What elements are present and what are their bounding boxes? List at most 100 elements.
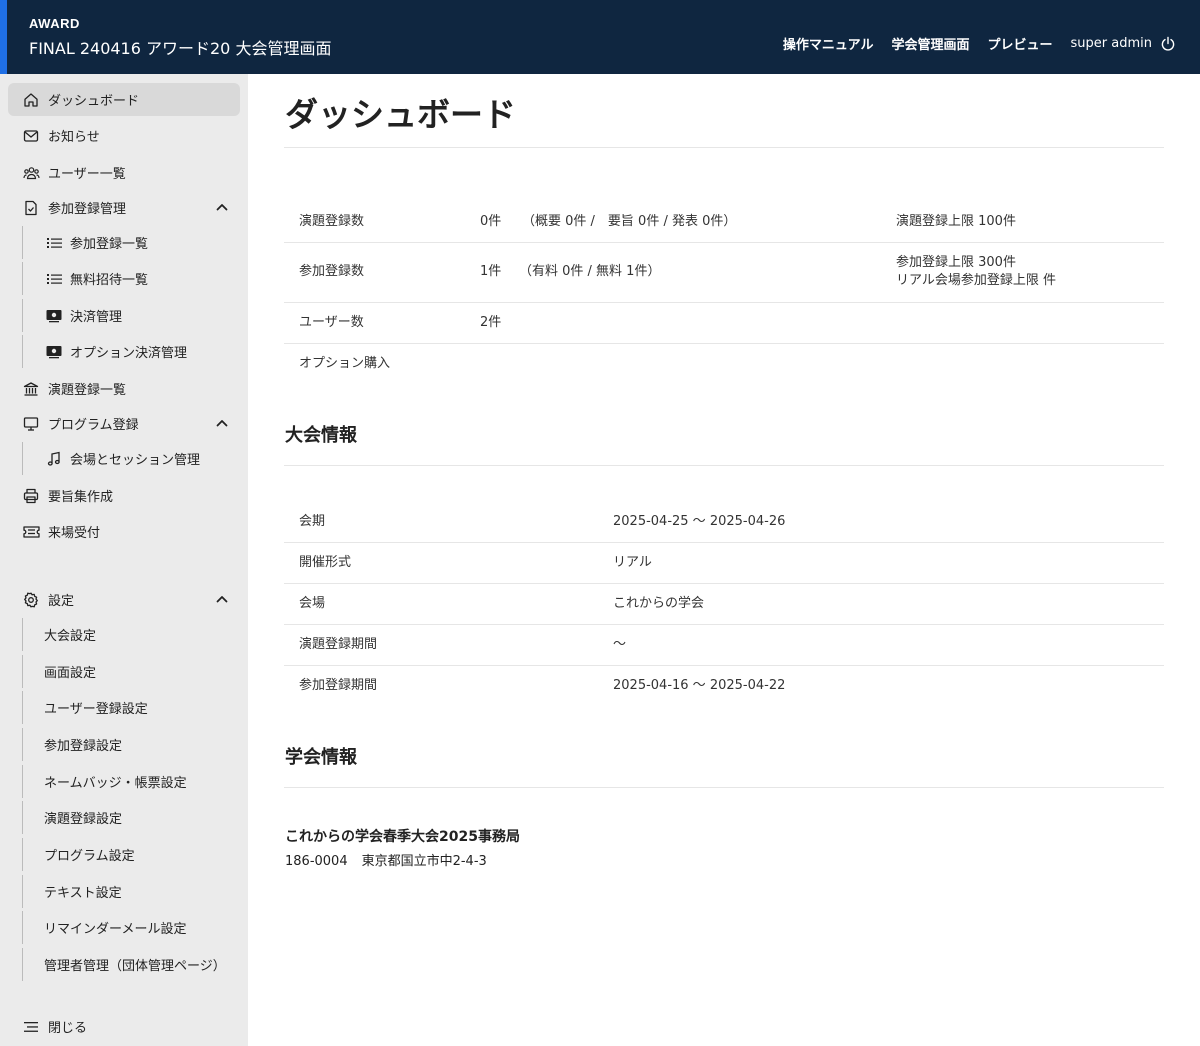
sidebar-item-option-payment-mgmt[interactable]: オプション決済管理: [22, 335, 240, 368]
stat-detail: （概要 0件 / 要旨 0件 / 発表 0件）: [522, 214, 737, 229]
sidebar-item-text-settings[interactable]: テキスト設定: [22, 875, 240, 908]
stat-row-users: ユーザー数 2件: [284, 303, 1164, 344]
info-label: 開催形式: [299, 555, 352, 570]
preview-link[interactable]: プレビュー: [988, 34, 1053, 53]
sidebar-item-label: オプション決済管理: [70, 346, 188, 361]
stat-limit-real-venue: リアル会場参加登録上限 件: [896, 273, 1057, 288]
sidebar-close-button[interactable]: 閉じる: [8, 1010, 240, 1043]
sidebar-item-abstract-settings[interactable]: 演題登録設定: [22, 801, 240, 834]
sidebar-item-user-list[interactable]: ユーザー一覧: [8, 156, 240, 189]
power-icon[interactable]: [1160, 36, 1176, 52]
sidebar-item-user-registration-settings[interactable]: ユーザー登録設定: [22, 691, 240, 724]
info-label: 会期: [299, 514, 326, 529]
sidebar-item-admin-mgmt[interactable]: 管理者管理（団体管理ページ）: [22, 948, 240, 981]
header-accent-bar: [0, 0, 7, 74]
society-address: 186-0004 東京都国立市中2-4-3: [285, 850, 487, 869]
sidebar-item-payment-mgmt[interactable]: 決済管理: [22, 299, 240, 332]
sidebar-item-venue-session-mgmt[interactable]: 会場とセッション管理: [22, 442, 240, 475]
section-divider: [284, 787, 1164, 788]
stat-label: 参加登録数: [299, 264, 365, 279]
stat-value: 0件: [480, 214, 502, 229]
stat-row-options: オプション購入: [284, 344, 1164, 385]
sidebar-item-reminder-settings[interactable]: リマインダーメール設定: [22, 911, 240, 944]
sidebar-item-label: 来場受付: [48, 526, 101, 541]
sidebar-item-label: お知らせ: [48, 130, 100, 145]
monitor-icon: [22, 415, 40, 433]
chevron-up-icon[interactable]: [214, 591, 230, 607]
app-header: AWARD FINAL 240416 アワード20 大会管理画面 操作マニュアル…: [0, 0, 1200, 74]
title-divider: [284, 147, 1164, 148]
sidebar-item-program-registration[interactable]: プログラム登録: [8, 407, 240, 440]
society-info-title: 学会情報: [285, 747, 357, 768]
info-row-registration-period: 参加登録期間 2025-04-16 〜 2025-04-22: [284, 666, 1164, 707]
stat-detail: （有料 0件 / 無料 1件）: [519, 264, 661, 279]
mail-icon: [22, 127, 40, 145]
app-title: FINAL 240416 アワード20 大会管理画面: [29, 39, 332, 58]
info-label: 会場: [299, 596, 326, 611]
sidebar-item-label: プログラム登録: [48, 418, 139, 433]
stat-row-participants: 参加登録数 1件 （有料 0件 / 無料 1件） 参加登録上限 300件 リアル…: [284, 243, 1164, 303]
stat-value: 1件: [480, 264, 502, 279]
sidebar-item-label: 会場とセッション管理: [70, 453, 201, 468]
sidebar-item-label: 決済管理: [70, 310, 123, 325]
sidebar-item-reception[interactable]: 来場受付: [8, 515, 240, 548]
payment-icon: [45, 307, 63, 325]
sidebar-item-label: ダッシュボード: [48, 94, 140, 109]
info-row-abstract-period: 演題登録期間 〜: [284, 625, 1164, 666]
section-divider: [284, 465, 1164, 466]
info-row-format: 開催形式 リアル: [284, 543, 1164, 584]
printer-icon: [22, 487, 40, 505]
sidebar-item-program-settings[interactable]: プログラム設定: [22, 838, 240, 871]
header-nav: 操作マニュアル 学会管理画面 プレビュー super admin: [783, 34, 1176, 53]
info-label: 参加登録期間: [299, 678, 378, 693]
sidebar-item-label: 設定: [48, 594, 75, 609]
user-menu[interactable]: super admin: [1071, 36, 1176, 52]
ticket-icon: [22, 523, 40, 541]
sidebar-item-registration-mgmt[interactable]: 参加登録管理: [8, 191, 240, 224]
stat-limit: 演題登録上限 100件: [896, 214, 1016, 229]
sidebar-item-settings[interactable]: 設定: [8, 583, 240, 616]
info-value: 2025-04-25 〜 2025-04-26: [613, 514, 786, 529]
stat-limit: 参加登録上限 300件: [896, 255, 1016, 270]
stat-row-abstracts: 演題登録数 0件 （概要 0件 / 要旨 0件 / 発表 0件） 演題登録上限 …: [284, 202, 1164, 243]
info-label: 演題登録期間: [299, 637, 378, 652]
postal-code: 186-0004: [285, 854, 348, 869]
society-office-name: これからの学会春季大会2025事務局: [285, 829, 520, 845]
sidebar-item-conference-settings[interactable]: 大会設定: [22, 618, 240, 651]
sidebar-item-participation-settings[interactable]: 参加登録設定: [22, 728, 240, 761]
info-value: リアル: [613, 555, 652, 570]
sidebar-item-name-badge-settings[interactable]: ネームバッジ・帳票設定: [22, 765, 240, 798]
sidebar-item-label: 無料招待一覧: [70, 273, 149, 288]
sidebar-item-screen-settings[interactable]: 画面設定: [22, 655, 240, 688]
sidebar: ダッシュボード お知らせ ユーザー一覧 参加登録管理 参加登録一覧 無料招待一覧: [0, 74, 248, 1046]
sidebar-item-free-invite-list[interactable]: 無料招待一覧: [22, 262, 240, 295]
society-admin-link[interactable]: 学会管理画面: [891, 34, 969, 53]
list-icon: [45, 270, 63, 288]
sidebar-item-registration-list[interactable]: 参加登録一覧: [22, 226, 240, 259]
sidebar-item-notices[interactable]: お知らせ: [8, 119, 240, 152]
sidebar-item-label: 参加登録一覧: [70, 237, 149, 252]
brand-logo[interactable]: AWARD: [29, 16, 80, 31]
sidebar-item-dashboard[interactable]: ダッシュボード: [8, 83, 240, 116]
sidebar-item-abstract-book[interactable]: 要旨集作成: [8, 479, 240, 512]
menu-collapse-icon: [22, 1018, 40, 1036]
music-note-icon: [45, 450, 63, 468]
bank-icon: [22, 380, 40, 398]
stat-value: 2件: [480, 315, 502, 330]
stat-label: 演題登録数: [299, 214, 365, 229]
chevron-up-icon[interactable]: [214, 415, 230, 431]
info-value: これからの学会: [613, 596, 705, 611]
chevron-up-icon[interactable]: [214, 199, 230, 215]
user-name: super admin: [1070, 36, 1152, 51]
sidebar-item-abstract-list[interactable]: 演題登録一覧: [8, 372, 240, 405]
sidebar-item-label: 要旨集作成: [48, 490, 114, 505]
street-address: 東京都国立市中2-4-3: [361, 854, 487, 869]
info-value: 2025-04-16 〜 2025-04-22: [613, 678, 786, 693]
list-icon: [45, 234, 63, 252]
sidebar-item-label: 演題登録一覧: [48, 383, 127, 398]
manual-link[interactable]: 操作マニュアル: [783, 34, 874, 53]
sidebar-item-label: ユーザー一覧: [48, 167, 126, 182]
payment-icon: [45, 343, 63, 361]
gear-icon: [22, 591, 40, 609]
stat-label: ユーザー数: [299, 315, 364, 330]
